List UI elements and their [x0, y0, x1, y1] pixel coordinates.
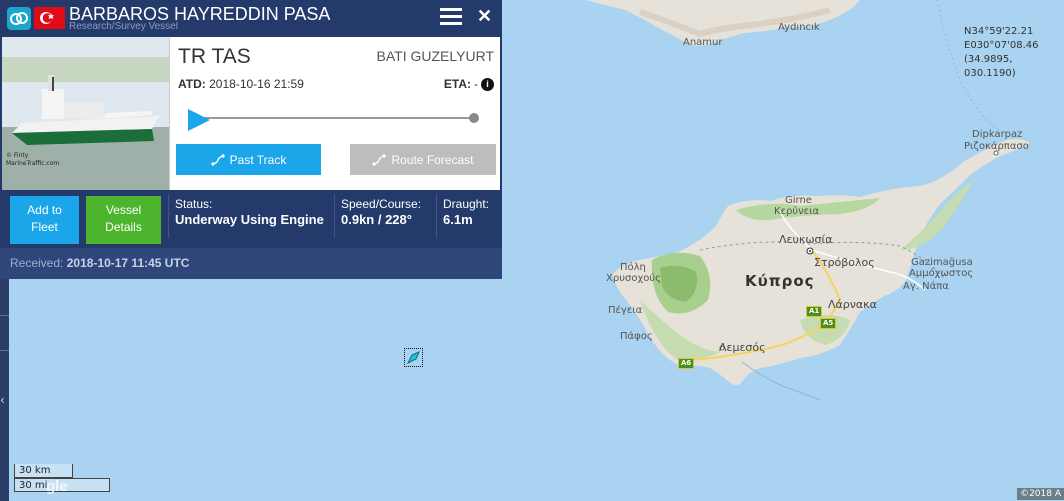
status-value: Underway Using Engine [175, 212, 324, 227]
map-label-larnaka: Λάρνακα [828, 298, 877, 311]
map-label-strovolos: Στρόβολος [814, 256, 875, 269]
road-badge-a5: A5 [820, 318, 837, 329]
map-label-agia-napa: Αγ. Νάπα [903, 281, 949, 292]
add-to-fleet-label-1: Add to [27, 203, 62, 217]
footer-divider [334, 194, 335, 238]
map-label-pafos: Πάφος [620, 331, 653, 342]
map-label-kypros: Κύπρος [745, 272, 815, 290]
progress-end-dot [469, 113, 479, 123]
draught-block: Draught: 6.1m [443, 196, 489, 228]
destination-name: BATI GUZELYURT [376, 48, 494, 64]
info-icon[interactable]: i [481, 77, 494, 91]
received-label: Received: [10, 256, 64, 270]
map-label-polis: Πόλη [620, 262, 646, 273]
status-block: Status: Underway Using Engine [175, 196, 324, 228]
atd-value: 2018-10-16 21:59 [209, 77, 304, 91]
map-label-lefkosia: Λευκωσία [779, 233, 833, 246]
draught-value: 6.1m [443, 212, 473, 227]
map-label-lemesos: Λεμεσός [719, 341, 766, 354]
past-track-label: Past Track [229, 152, 287, 167]
track-icon [211, 153, 225, 166]
atd-label: ATD: [178, 77, 206, 91]
selected-vessel-marker[interactable] [404, 348, 423, 367]
vessel-photo[interactable]: © Finty MarineTraffic.com [2, 37, 170, 190]
map-label-pegeia: Πέγεια [608, 305, 643, 316]
road-badge-a1: A1 [806, 306, 823, 317]
add-to-fleet-button[interactable]: Add to Fleet [10, 196, 79, 244]
coords-decimal: (34.9895, 030.1190) [964, 54, 1016, 79]
route-forecast-button[interactable]: Route Forecast [350, 144, 496, 175]
add-to-fleet-label-2: Fleet [31, 220, 58, 234]
vessel-details-label-2: Details [105, 220, 142, 234]
map-label-gazimagusa: Gazimağusa [911, 257, 973, 268]
coords-dms-lat: N34°59'22.21 [964, 26, 1034, 37]
status-label: Status: [175, 197, 213, 211]
destination-code: TR TAS [178, 45, 251, 68]
map-label-chrysochous: Χρυσοχούς [606, 273, 661, 284]
draught-label: Draught: [443, 197, 490, 211]
photo-source: MarineTraffic.com [6, 160, 60, 167]
past-track-button[interactable]: Past Track [176, 144, 321, 175]
scale-km: 30 km [14, 464, 73, 478]
voyage-progress [188, 109, 479, 131]
photo-credit: © Finty [6, 152, 29, 159]
speed-course-value: 0.9kn / 228° [341, 212, 412, 227]
received-value: 2018-10-17 11:45 UTC [66, 256, 190, 270]
map-label-dipkarpaz: Dipkarpaz [972, 129, 1023, 140]
route-icon [372, 153, 387, 166]
map-label-girne: Girne [785, 195, 812, 206]
popup-footer: Add to Fleet Vessel Details Status: Unde… [0, 190, 502, 248]
close-icon[interactable]: ✕ [477, 6, 492, 27]
route-forecast-label: Route Forecast [391, 152, 474, 167]
eta: ETA: - i [444, 77, 494, 91]
map-label-keryneia: Κερύνεια [774, 206, 820, 217]
link-icon[interactable] [7, 7, 31, 30]
progress-start-arrow-icon [188, 109, 210, 131]
map-label-ammochostos: Αμμόχωστος [909, 268, 974, 279]
footer-divider [168, 194, 169, 238]
vessel-popup: BARBAROS HAYREDDIN PASA Research/Survey … [0, 0, 502, 279]
popup-header: BARBAROS HAYREDDIN PASA Research/Survey … [0, 0, 502, 37]
toolbar-divider [0, 350, 9, 351]
received-timestamp: Received: 2018-10-17 11:45 UTC [0, 248, 502, 279]
coords-dms-lon: E030°07'08.46 [964, 40, 1039, 51]
map-label-aydincik: Aydıncık [778, 22, 820, 33]
vessel-arrow-icon [406, 351, 420, 365]
popup-body: © Finty MarineTraffic.com TR TAS BATI GU… [2, 37, 500, 190]
collapse-chevron-icon[interactable]: ‹ [0, 393, 5, 407]
road-badge-a6: A6 [678, 358, 695, 369]
speed-course-label: Speed/Course: [341, 197, 422, 211]
speed-course-block: Speed/Course: 0.9kn / 228° [341, 196, 421, 228]
hamburger-menu-icon[interactable] [440, 8, 462, 28]
map-copyright: ©2018 A [1017, 488, 1064, 500]
vessel-details-label-1: Vessel [105, 203, 142, 217]
google-logo: gle [46, 478, 68, 495]
map-label-anamur: Anamur [683, 37, 723, 48]
vessel-type: Research/Survey Vessel [69, 21, 178, 32]
vessel-details-button[interactable]: Vessel Details [86, 196, 161, 244]
atd: ATD: 2018-10-16 21:59 [178, 77, 304, 91]
toolbar-divider [0, 315, 9, 316]
map-label-rizokarpaso: Ριζοκάρπασο [964, 141, 1029, 152]
cursor-coordinates: N34°59'22.21 E030°07'08.46 (34.9895, 030… [964, 25, 1064, 81]
footer-divider [436, 194, 437, 238]
eta-label: ETA: [443, 77, 471, 91]
progress-line [198, 117, 473, 119]
turkey-flag-icon [34, 7, 65, 29]
eta-value: - [474, 77, 478, 91]
